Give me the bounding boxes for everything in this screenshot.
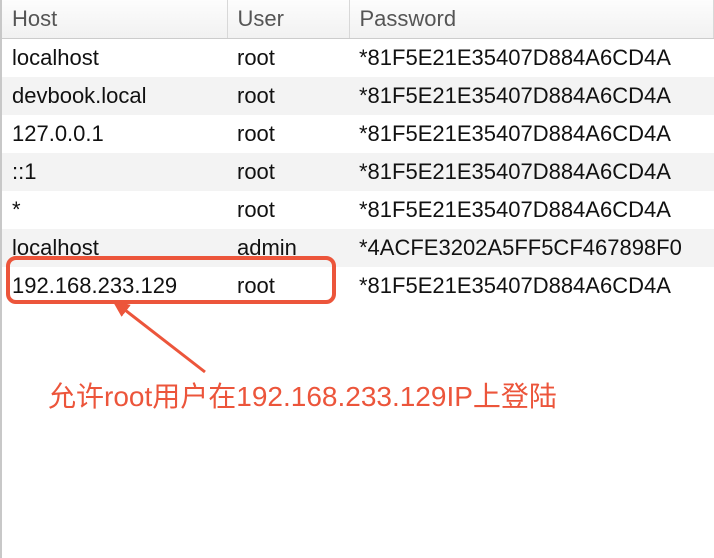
- cell-password: *81F5E21E35407D884A6CD4A: [349, 39, 714, 78]
- cell-host: 127.0.0.1: [2, 115, 227, 153]
- table-row[interactable]: * root *81F5E21E35407D884A6CD4A: [2, 191, 714, 229]
- cell-user: root: [227, 267, 349, 305]
- cell-password: *81F5E21E35407D884A6CD4A: [349, 153, 714, 191]
- cell-user: root: [227, 115, 349, 153]
- table-row[interactable]: ::1 root *81F5E21E35407D884A6CD4A: [2, 153, 714, 191]
- cell-user: admin: [227, 229, 349, 267]
- cell-host: localhost: [2, 229, 227, 267]
- table-row[interactable]: 127.0.0.1 root *81F5E21E35407D884A6CD4A: [2, 115, 714, 153]
- cell-password: *81F5E21E35407D884A6CD4A: [349, 115, 714, 153]
- user-host-table[interactable]: Host User Password localhost root *81F5E…: [2, 0, 714, 305]
- table-row[interactable]: localhost admin *4ACFE3202A5FF5CF467898F…: [2, 229, 714, 267]
- cell-user: root: [227, 39, 349, 78]
- table-row[interactable]: 192.168.233.129 root *81F5E21E35407D884A…: [2, 267, 714, 305]
- cell-host: devbook.local: [2, 77, 227, 115]
- cell-host: ::1: [2, 153, 227, 191]
- cell-user: root: [227, 153, 349, 191]
- cell-password: *81F5E21E35407D884A6CD4A: [349, 191, 714, 229]
- column-header-host[interactable]: Host: [2, 0, 227, 39]
- column-header-user[interactable]: User: [227, 0, 349, 39]
- cell-user: root: [227, 77, 349, 115]
- cell-password: *81F5E21E35407D884A6CD4A: [349, 267, 714, 305]
- annotation-text: 允许root用户在192.168.233.129IP上登陆: [48, 375, 557, 415]
- cell-user: root: [227, 191, 349, 229]
- cell-host: 192.168.233.129: [2, 267, 227, 305]
- column-header-password[interactable]: Password: [349, 0, 714, 39]
- cell-password: *81F5E21E35407D884A6CD4A: [349, 77, 714, 115]
- table-row[interactable]: devbook.local root *81F5E21E35407D884A6C…: [2, 77, 714, 115]
- table-row[interactable]: localhost root *81F5E21E35407D884A6CD4A: [2, 39, 714, 78]
- cell-host: localhost: [2, 39, 227, 78]
- arrow-icon: [110, 302, 220, 382]
- cell-host: *: [2, 191, 227, 229]
- cell-password: *4ACFE3202A5FF5CF467898F0: [349, 229, 714, 267]
- table-header-row: Host User Password: [2, 0, 714, 39]
